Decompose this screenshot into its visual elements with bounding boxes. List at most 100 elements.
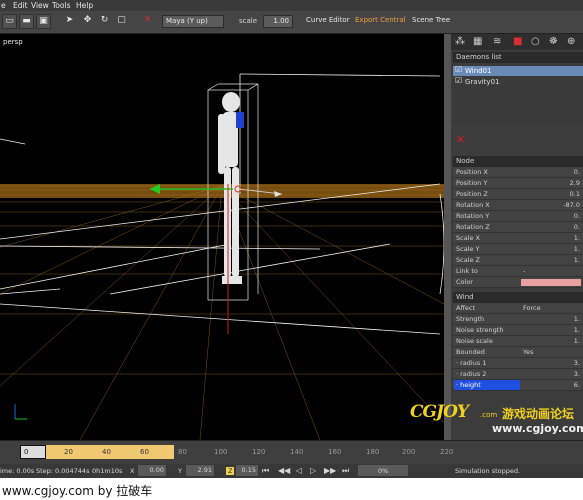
sim-step: Step: 0.004744s xyxy=(36,467,90,475)
camera-mode-select[interactable]: Maya (Y up) xyxy=(162,15,224,28)
status-bar: ime: 0.00s Step: 0.004744s 0h1m10s X 0.0… xyxy=(0,464,583,478)
wind-locator xyxy=(236,112,244,128)
viewport-label: persp xyxy=(3,38,23,46)
rotate-icon[interactable]: ↻ xyxy=(97,14,112,29)
tab-scene-tree[interactable]: Scene Tree xyxy=(412,16,450,24)
globe-icon[interactable]: ⊕ xyxy=(567,36,575,47)
scale-icon[interactable]: ▢ xyxy=(114,14,129,29)
settings-icon[interactable]: ⁂ xyxy=(455,36,465,47)
z-coordinate-field[interactable]: 0.15 xyxy=(236,465,258,476)
goto-end-icon[interactable]: ⏭ xyxy=(342,466,349,476)
timeline-tick: 160 xyxy=(328,448,342,456)
cgjoy-logo-suffix: .com xyxy=(480,411,498,419)
scale-input[interactable]: 1.00 xyxy=(263,15,293,28)
wind-volume xyxy=(0,73,444,335)
prop-row[interactable]: Position X 0. xyxy=(453,167,583,178)
sim-time: ime: 0.00s xyxy=(0,467,35,475)
helm-icon[interactable]: ☸ xyxy=(549,36,558,47)
3d-viewport[interactable]: persp xyxy=(0,34,444,440)
open-folder-icon[interactable]: ▬ xyxy=(19,14,34,29)
prop-row[interactable]: Position Z 0.1 xyxy=(453,189,583,200)
sphere-icon[interactable]: ○ xyxy=(531,36,540,47)
timeline[interactable]: 0 20 40 60 80 100 120 140 160 180 200 22… xyxy=(0,440,583,465)
save-icon[interactable]: ▣ xyxy=(36,14,51,29)
cgjoy-logo: CGJOY xyxy=(410,402,469,422)
timeline-tick: 80 xyxy=(178,448,187,456)
timeline-tick: 200 xyxy=(402,448,416,456)
prop-row[interactable]: Noise strength 1. xyxy=(453,325,583,336)
play-icon[interactable]: ▷ xyxy=(310,466,316,475)
watermark-chinese: 游戏动画论坛 xyxy=(502,407,575,421)
x-label: X xyxy=(130,467,135,475)
prop-row-selected[interactable]: · height 6. xyxy=(453,380,583,391)
new-file-icon[interactable]: ▭ xyxy=(2,14,17,29)
prop-row[interactable]: · radius 1 3. xyxy=(453,358,583,369)
goto-start-icon[interactable]: ⏮ xyxy=(262,466,269,476)
timeline-tick: 20 xyxy=(64,448,73,456)
prop-row[interactable]: Link to - xyxy=(453,266,583,277)
panel-icon-bar: ⁂ ▦ ≋ ■ ○ ☸ ⊕ xyxy=(451,34,583,50)
y-label: Y xyxy=(178,467,182,475)
footer: www.cgjoy.com by 拉破车 xyxy=(0,478,583,500)
prop-row[interactable]: Rotation Y 0. xyxy=(453,211,583,222)
reverse-icon[interactable]: ◁ xyxy=(296,466,302,475)
menu-help[interactable]: Help xyxy=(76,1,93,10)
scale-label: scale xyxy=(239,17,258,25)
viewport-scene xyxy=(0,73,444,440)
x-coordinate-field[interactable]: 0.00 xyxy=(138,465,166,476)
select-arrow-icon[interactable]: ➤ xyxy=(62,14,77,29)
prop-row[interactable]: Scale X 1. xyxy=(453,233,583,244)
toolbar: ▭ ▬ ▣ ➤ ✥ ↻ ▢ ✕ Maya (Y up) scale 1.00 C… xyxy=(0,11,583,34)
y-coordinate-field[interactable]: 2.91 xyxy=(186,465,214,476)
color-swatch[interactable] xyxy=(521,279,581,286)
daemon-label[interactable]: Wind01 xyxy=(465,67,492,75)
prop-row[interactable]: Rotation Z 0. xyxy=(453,222,583,233)
prop-row[interactable]: Strength 1. xyxy=(453,314,583,325)
timeline-tick: 100 xyxy=(214,448,228,456)
checkbox-icon[interactable]: ☑ xyxy=(455,76,462,85)
prop-row[interactable]: Rotation X -87.0 xyxy=(453,200,583,211)
menu-view[interactable]: View xyxy=(31,1,49,10)
menu-bar: e Edit View Tools Help xyxy=(0,0,583,11)
delete-daemon-icon[interactable]: ✕ xyxy=(456,133,465,146)
wave-icon[interactable]: ≋ xyxy=(493,36,501,47)
move-icon[interactable]: ✥ xyxy=(80,14,95,29)
prop-row-color[interactable]: Color xyxy=(453,277,583,288)
menu-tools[interactable]: Tools xyxy=(52,1,70,10)
z-label: Z xyxy=(226,467,235,475)
prop-row[interactable]: Scale Y 1. xyxy=(453,244,583,255)
status-message: Simulation stopped. xyxy=(455,467,521,475)
current-frame-field[interactable]: 0 xyxy=(20,445,46,459)
prop-row[interactable]: Position Y 2.9 xyxy=(453,178,583,189)
prop-row[interactable]: Scale Z 1. xyxy=(453,255,583,266)
grid-icon[interactable]: ▦ xyxy=(473,36,482,47)
axis-gizmo xyxy=(14,404,27,420)
prop-row[interactable]: Bounded Yes xyxy=(453,347,583,358)
progress-text: 0% xyxy=(378,467,389,475)
timeline-tick: 40 xyxy=(102,448,111,456)
step-forward-icon[interactable]: ▶▶ xyxy=(324,466,336,475)
timeline-tick: 220 xyxy=(440,448,454,456)
prop-row[interactable]: · radius 2 3. xyxy=(453,369,583,380)
particles-icon[interactable]: ■ xyxy=(513,36,522,47)
daemons-list-header: Daemons list xyxy=(453,52,583,63)
snap-off-icon[interactable]: ✕ xyxy=(140,14,155,29)
prop-row[interactable]: Affect Force xyxy=(453,303,583,314)
tab-curve-editor[interactable]: Curve Editor xyxy=(306,16,350,24)
node-section-header: Node xyxy=(453,156,583,167)
checkbox-icon[interactable]: ☑ xyxy=(455,65,462,74)
prop-row[interactable]: Noise scale 1. xyxy=(453,336,583,347)
watermark-url: www.cgjoy.com xyxy=(492,422,583,435)
step-back-icon[interactable]: ◀◀ xyxy=(278,466,290,475)
menu-edit[interactable]: Edit xyxy=(13,1,28,10)
timeline-tick: 60 xyxy=(140,448,149,456)
footer-credit: www.cgjoy.com by 拉破车 xyxy=(2,484,153,498)
timeline-tick: 180 xyxy=(366,448,380,456)
wind-section-header: Wind xyxy=(453,292,583,303)
tab-export-central[interactable]: Export Central xyxy=(355,16,406,24)
viewport-scrollbar[interactable] xyxy=(444,34,451,440)
ground-grid xyxy=(0,185,444,440)
menu-file[interactable]: e xyxy=(1,1,6,10)
daemon-label[interactable]: Gravity01 xyxy=(465,78,499,86)
sim-elapsed: 0h1m10s xyxy=(92,467,123,475)
